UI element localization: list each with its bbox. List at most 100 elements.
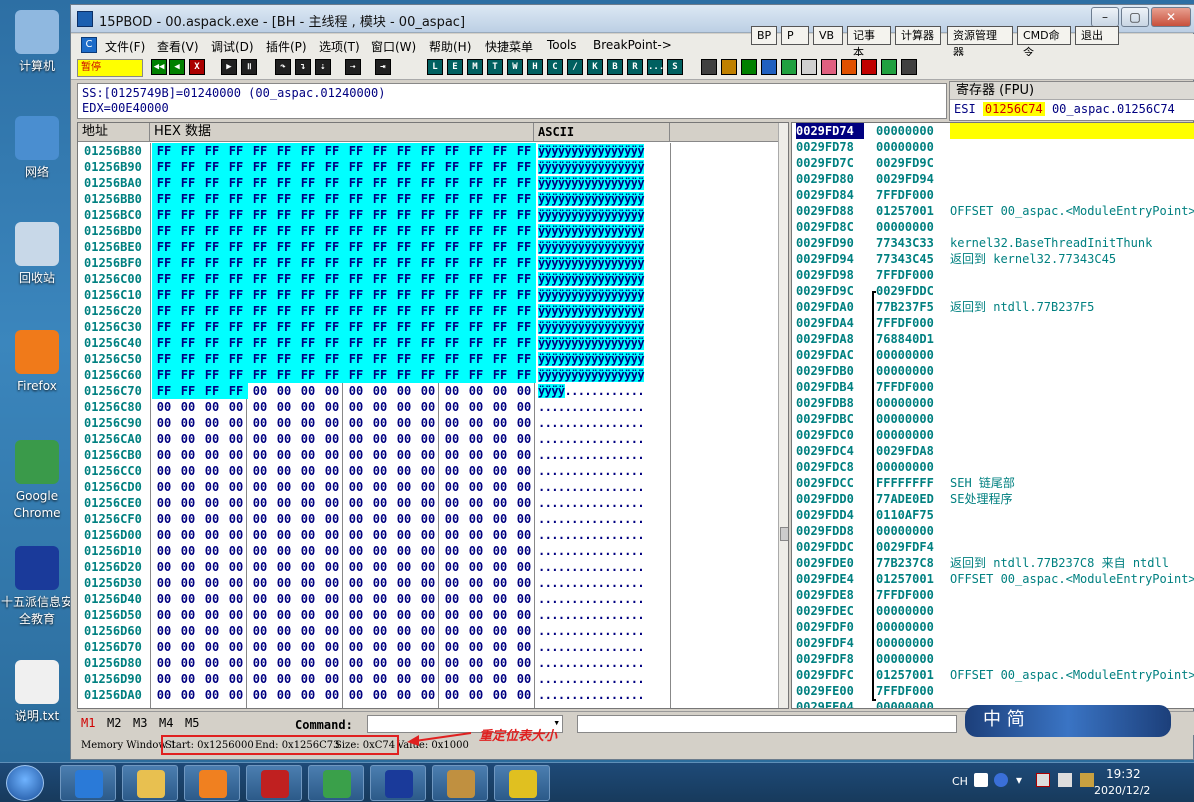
hex-byte[interactable]: FF <box>368 335 392 351</box>
hex-byte[interactable]: 00 <box>200 687 224 703</box>
hex-byte[interactable]: 00 <box>320 447 344 463</box>
hex-byte[interactable]: 00 <box>368 431 392 447</box>
window-shortcut-button[interactable]: ... <box>647 59 664 75</box>
dump-row[interactable]: 01256B90 FF FF FF FF FF FF FF FF FF FF FF FF FF FF FF FF… <box>78 159 788 175</box>
menu-item[interactable]: 插件(P) <box>266 38 307 55</box>
debug-control-icon[interactable]: ↷ <box>275 59 291 75</box>
hex-byte[interactable]: FF <box>224 383 248 399</box>
stack-row[interactable]: 0029FD90 77343C33 kernel32.BaseThreadInitT… <box>792 235 1194 251</box>
stack-row[interactable]: 0029FD8C 00000000 <box>792 219 1194 235</box>
hex-byte[interactable]: 00 <box>488 527 512 543</box>
debug-control-icon[interactable]: ⇣ <box>315 59 331 75</box>
stack-pane[interactable]: 0029FD74 00000000 0029FD78 00000000 0029FD7C… <box>791 122 1194 709</box>
hex-byte[interactable]: FF <box>488 223 512 239</box>
stack-row[interactable]: 0029FDB0 00000000 <box>792 363 1194 379</box>
memory-tab[interactable]: M1 <box>81 716 95 730</box>
stack-row[interactable]: 0029FD7C 0029FD9C <box>792 155 1194 171</box>
hex-byte[interactable]: 00 <box>368 463 392 479</box>
hex-byte[interactable]: FF <box>344 287 368 303</box>
hex-byte[interactable]: 00 <box>320 623 344 639</box>
hex-byte[interactable]: 00 <box>200 623 224 639</box>
hex-byte[interactable]: 00 <box>176 431 200 447</box>
hex-byte[interactable]: 00 <box>248 639 272 655</box>
minimize-button[interactable]: – <box>1091 7 1119 27</box>
hex-byte[interactable]: FF <box>296 239 320 255</box>
hex-byte[interactable]: FF <box>464 239 488 255</box>
hex-byte[interactable]: FF <box>344 367 368 383</box>
hex-byte[interactable]: FF <box>200 367 224 383</box>
hex-byte[interactable]: FF <box>272 319 296 335</box>
hex-byte[interactable]: 00 <box>440 623 464 639</box>
hex-byte[interactable]: FF <box>320 367 344 383</box>
hex-byte[interactable]: 00 <box>152 495 176 511</box>
hex-byte[interactable]: FF <box>488 207 512 223</box>
quick-launch-button[interactable]: 退出 <box>1075 26 1119 45</box>
hex-byte[interactable]: FF <box>320 351 344 367</box>
hex-byte[interactable]: FF <box>488 367 512 383</box>
dump-row[interactable]: 01256B80 FF FF FF FF FF FF FF FF FF FF FF FF FF FF FF FF… <box>78 143 788 159</box>
hex-byte[interactable]: FF <box>488 159 512 175</box>
dump-row[interactable]: 01256C80 00 00 00 00 00 00 00 00 00 00 00 00 00 00 00 00… <box>78 399 788 415</box>
stack-row[interactable]: 0029FDA8 768840D1 <box>792 331 1194 347</box>
hex-byte[interactable]: 00 <box>272 415 296 431</box>
hex-byte[interactable]: 00 <box>440 527 464 543</box>
hex-byte[interactable]: FF <box>200 191 224 207</box>
dump-row[interactable]: 01256BB0 FF FF FF FF FF FF FF FF FF FF FF FF FF FF FF FF… <box>78 191 788 207</box>
hex-byte[interactable]: 00 <box>440 463 464 479</box>
stack-row[interactable]: 0029FDF4 00000000 <box>792 635 1194 651</box>
dump-row[interactable]: 01256C00 FF FF FF FF FF FF FF FF FF FF FF FF FF FF FF FF… <box>78 271 788 287</box>
hex-byte[interactable]: FF <box>152 159 176 175</box>
ime-toolbar[interactable]: 中 简 <box>965 705 1171 737</box>
memory-tab[interactable]: M3 <box>133 716 147 730</box>
hex-byte[interactable]: FF <box>200 175 224 191</box>
quick-launch-button[interactable]: 计算器 <box>895 26 941 45</box>
hex-byte[interactable]: FF <box>176 351 200 367</box>
dump-row[interactable]: 01256D90 00 00 00 00 00 00 00 00 00 00 00 00 00 00 00 00… <box>78 671 788 687</box>
clock-time[interactable]: 19:32 <box>1106 767 1141 781</box>
hex-byte[interactable]: FF <box>464 207 488 223</box>
hex-byte[interactable]: 00 <box>248 591 272 607</box>
hex-byte[interactable]: 00 <box>200 671 224 687</box>
dump-row[interactable]: 01256CC0 00 00 00 00 00 00 00 00 00 00 00 00 00 00 00 00… <box>78 463 788 479</box>
hex-byte[interactable]: 00 <box>416 639 440 655</box>
hex-byte[interactable]: 00 <box>224 575 248 591</box>
hex-byte[interactable]: FF <box>272 335 296 351</box>
hex-byte[interactable]: FF <box>344 351 368 367</box>
hex-byte[interactable]: 00 <box>512 607 536 623</box>
hex-byte[interactable]: FF <box>440 175 464 191</box>
hex-byte[interactable]: FF <box>272 143 296 159</box>
hex-byte[interactable]: 00 <box>320 575 344 591</box>
hex-byte[interactable]: FF <box>464 143 488 159</box>
ime-text[interactable]: 中 简 <box>983 709 1025 730</box>
hex-byte[interactable]: 00 <box>488 591 512 607</box>
hex-byte[interactable]: FF <box>416 367 440 383</box>
hex-byte[interactable]: 00 <box>392 447 416 463</box>
hex-byte[interactable]: FF <box>200 159 224 175</box>
desktop-icon[interactable]: Google Chrome <box>0 440 74 522</box>
hex-byte[interactable]: FF <box>272 159 296 175</box>
hex-byte[interactable]: FF <box>224 335 248 351</box>
hex-byte[interactable]: FF <box>464 287 488 303</box>
address-column-header[interactable]: 地址 <box>78 123 150 142</box>
stack-row[interactable]: 0029FDE8 7FFDF000 <box>792 587 1194 603</box>
hex-byte[interactable]: 00 <box>416 431 440 447</box>
hex-byte[interactable]: 00 <box>320 543 344 559</box>
stack-row[interactable]: 0029FDAC 00000000 <box>792 347 1194 363</box>
hex-byte[interactable]: 00 <box>320 655 344 671</box>
hex-byte[interactable]: FF <box>224 351 248 367</box>
hex-byte[interactable]: 00 <box>320 607 344 623</box>
hex-byte[interactable]: 00 <box>224 687 248 703</box>
hex-byte[interactable]: FF <box>248 271 272 287</box>
hex-byte[interactable]: 00 <box>392 527 416 543</box>
hex-byte[interactable]: FF <box>464 191 488 207</box>
hex-byte[interactable]: FF <box>272 287 296 303</box>
dump-row[interactable]: 01256C60 FF FF FF FF FF FF FF FF FF FF FF FF FF FF FF FF… <box>78 367 788 383</box>
hex-byte[interactable]: 00 <box>272 463 296 479</box>
hex-byte[interactable]: 00 <box>248 463 272 479</box>
hex-byte[interactable]: 00 <box>224 543 248 559</box>
hex-byte[interactable]: FF <box>488 239 512 255</box>
hex-byte[interactable]: 00 <box>464 623 488 639</box>
hex-byte[interactable]: 00 <box>488 495 512 511</box>
window-shortcut-button[interactable]: C <box>547 59 563 75</box>
hex-byte[interactable]: 00 <box>464 687 488 703</box>
